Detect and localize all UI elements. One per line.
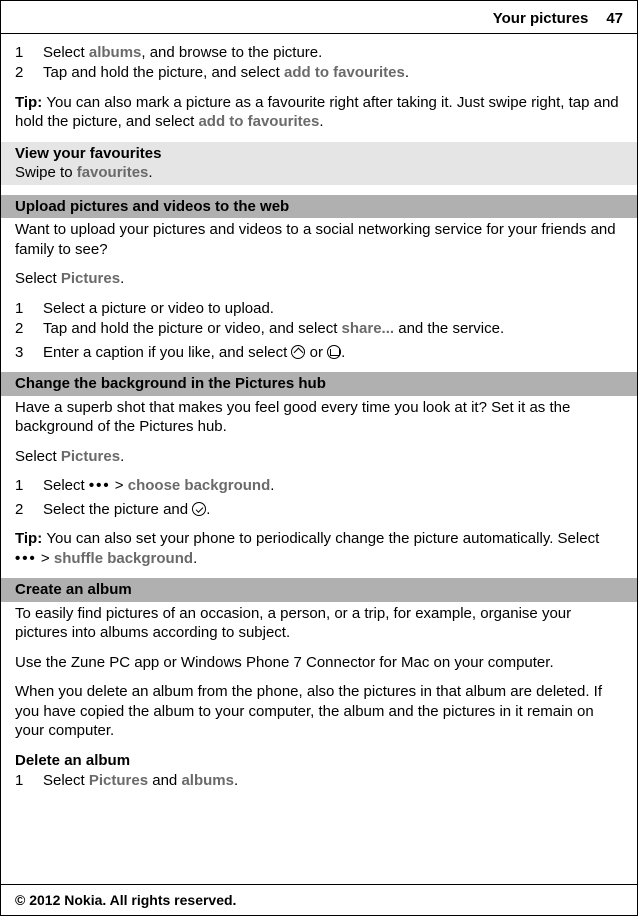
list-item: 3 Enter a caption if you like, and selec… (15, 343, 623, 363)
ui-label-add-favourites: add to favourites (198, 113, 319, 130)
step-number: 2 (15, 500, 43, 520)
step-text: Select ••• > choose background. (43, 476, 623, 496)
save-icon (327, 345, 341, 359)
list-item: 2 Tap and hold the picture or video, and… (15, 319, 623, 339)
step-number: 1 (15, 771, 43, 791)
ui-label-pictures: Pictures (89, 772, 148, 789)
paragraph: Use the Zune PC app or Windows Phone 7 C… (15, 653, 623, 673)
list-item: 1 Select albums, and browse to the pictu… (15, 43, 623, 63)
tip-paragraph: Tip: You can also mark a picture as a fa… (15, 93, 623, 132)
paragraph: Want to upload your pictures and videos … (15, 220, 623, 259)
section-body: Swipe to favourites. (15, 163, 623, 183)
paragraph: When you delete an album from the phone,… (15, 682, 623, 741)
paragraph: Have a superb shot that makes you feel g… (15, 398, 623, 437)
ui-label-pictures: Pictures (61, 270, 120, 287)
page-footer: © 2012 Nokia. All rights reserved. (1, 884, 637, 915)
step-number: 2 (15, 63, 43, 83)
section-heading-background: Change the background in the Pictures hu… (1, 372, 637, 396)
paragraph: Select Pictures. (15, 447, 623, 467)
header-title: Your pictures (493, 9, 589, 29)
step-text: Select albums, and browse to the picture… (43, 43, 623, 63)
step-text: Tap and hold the picture, and select add… (43, 63, 623, 83)
step-text: Tap and hold the picture or video, and s… (43, 319, 623, 339)
tip-label: Tip: (15, 530, 46, 547)
page-content: 1 Select albums, and browse to the pictu… (1, 34, 637, 791)
page-number: 47 (606, 9, 623, 29)
section-view-favourites: View your favourites Swipe to favourites… (1, 142, 637, 185)
page-header: Your pictures 47 (1, 1, 637, 34)
step-text: Select Pictures and albums. (43, 771, 623, 791)
check-icon (192, 502, 206, 516)
step-number: 3 (15, 343, 43, 363)
tip-paragraph: Tip: You can also set your phone to peri… (15, 529, 623, 568)
ui-label-albums: albums (89, 44, 142, 61)
ui-label-favourites: favourites (77, 164, 149, 181)
ui-label-pictures: Pictures (61, 448, 120, 465)
step-text: Select a picture or video to upload. (43, 299, 623, 319)
step-number: 2 (15, 319, 43, 339)
list-item: 1 Select Pictures and albums. (15, 771, 623, 791)
ui-label-share: share... (342, 320, 395, 337)
ui-label-shuffle-background: shuffle background (54, 550, 193, 567)
list-item: 1 Select ••• > choose background. (15, 476, 623, 496)
section-heading-create-album: Create an album (1, 578, 637, 602)
tip-label: Tip: (15, 94, 46, 111)
step-text: Enter a caption if you like, and select … (43, 343, 623, 363)
ui-label-add-favourites: add to favourites (284, 64, 405, 81)
section-heading-upload: Upload pictures and videos to the web (1, 195, 637, 219)
step-number: 1 (15, 299, 43, 319)
send-icon (291, 345, 305, 359)
list-item: 2 Tap and hold the picture, and select a… (15, 63, 623, 83)
step-number: 1 (15, 476, 43, 496)
paragraph: Select Pictures. (15, 269, 623, 289)
paragraph: To easily find pictures of an occasion, … (15, 604, 623, 643)
subheading-delete-album: Delete an album (15, 751, 623, 771)
step-text: Select the picture and . (43, 500, 623, 520)
list-item: 2 Select the picture and . (15, 500, 623, 520)
list-item: 1 Select a picture or video to upload. (15, 299, 623, 319)
ui-label-choose-background: choose background (128, 477, 271, 494)
more-dots-icon: ••• (15, 550, 37, 567)
ui-label-albums: albums (181, 772, 234, 789)
step-number: 1 (15, 43, 43, 63)
more-dots-icon: ••• (89, 477, 111, 494)
section-heading: View your favourites (15, 144, 623, 164)
